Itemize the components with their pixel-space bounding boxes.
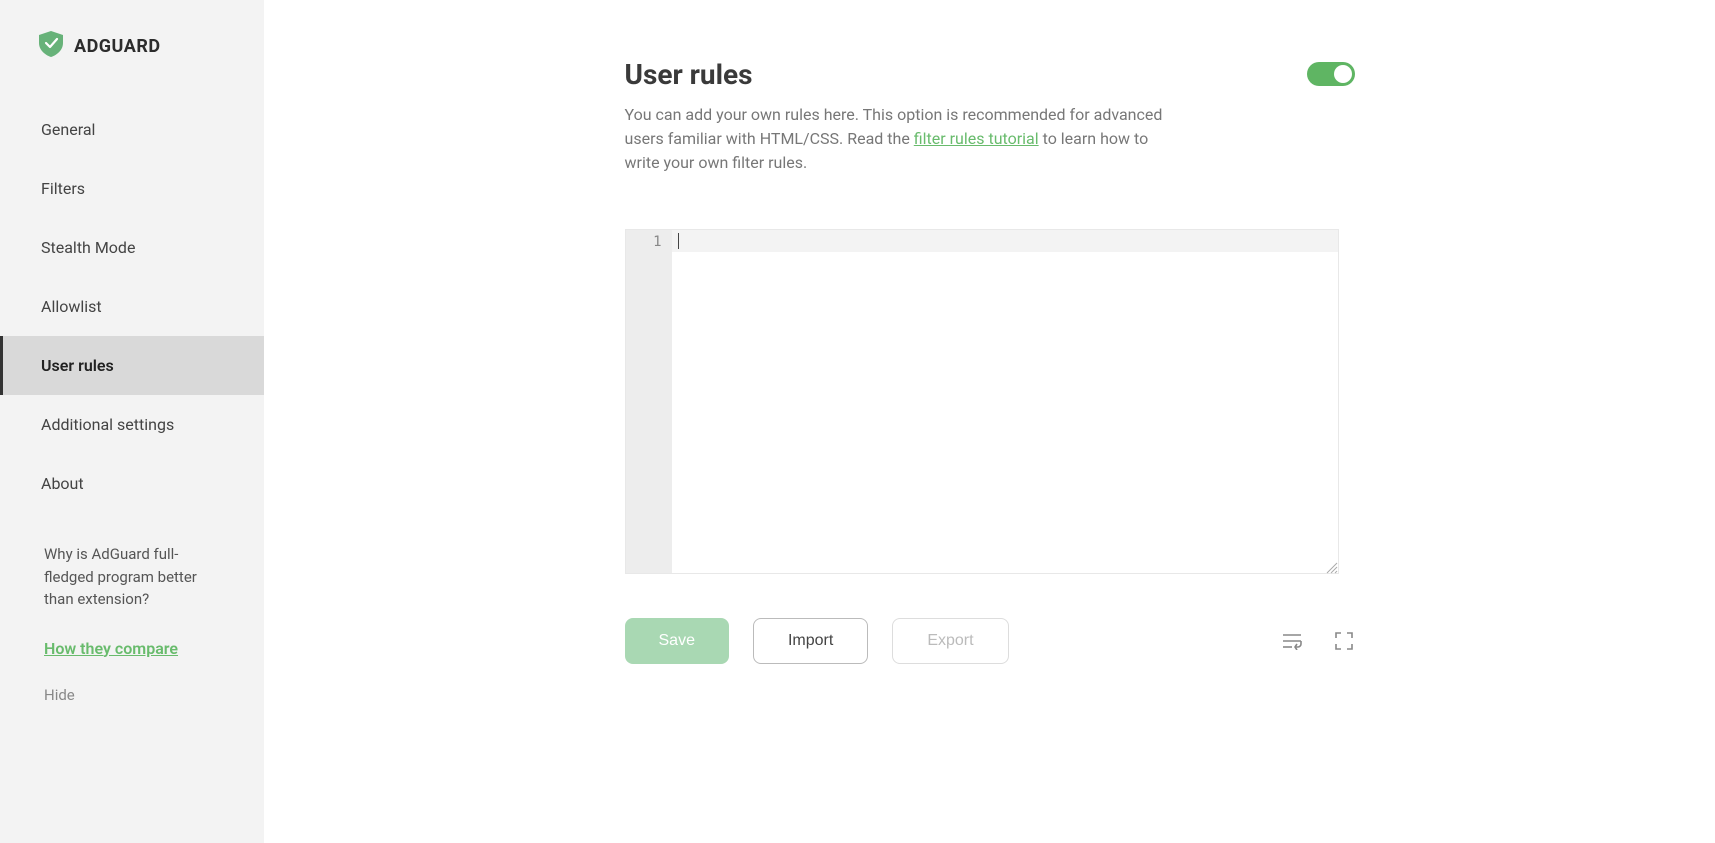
shield-icon [38,30,64,62]
wrap-lines-icon[interactable] [1281,630,1303,652]
promo-question: Why is AdGuard full-fledged program bett… [44,543,226,611]
sidebar-promo: Why is AdGuard full-fledged program bett… [0,543,264,704]
nav: General Filters Stealth Mode Allowlist U… [0,100,264,513]
page-description: You can add your own rules here. This op… [625,103,1185,175]
fullscreen-icon[interactable] [1333,630,1355,652]
app-name: ADGUARD [74,36,161,57]
promo-hide-button[interactable]: Hide [44,686,226,704]
app-logo[interactable]: ADGUARD [0,30,264,90]
sidebar-item-allowlist[interactable]: Allowlist [0,277,264,336]
promo-compare-link[interactable]: How they compare [44,639,178,658]
line-number: 1 [626,234,662,250]
editor-gutter: 1 [626,230,672,573]
save-button[interactable]: Save [625,618,729,664]
sidebar-item-filters[interactable]: Filters [0,159,264,218]
main-content: User rules You can add your own rules he… [264,0,1715,843]
sidebar: ADGUARD General Filters Stealth Mode All… [0,0,264,843]
sidebar-item-stealth-mode[interactable]: Stealth Mode [0,218,264,277]
rules-editor[interactable]: 1 [625,229,1339,574]
editor-cursor [678,233,679,249]
editor-actions: Save Import Export [625,618,1355,664]
user-rules-toggle[interactable] [1307,62,1355,86]
filter-rules-tutorial-link[interactable]: filter rules tutorial [914,129,1039,148]
page-title: User rules [625,58,1185,91]
sidebar-item-additional-settings[interactable]: Additional settings [0,395,264,454]
editor-code-area[interactable] [672,230,1338,573]
sidebar-item-user-rules[interactable]: User rules [0,336,264,395]
sidebar-item-about[interactable]: About [0,454,264,513]
sidebar-item-general[interactable]: General [0,100,264,159]
import-button[interactable]: Import [753,618,868,664]
export-button[interactable]: Export [892,618,1008,664]
resize-handle-icon[interactable] [1324,559,1338,573]
